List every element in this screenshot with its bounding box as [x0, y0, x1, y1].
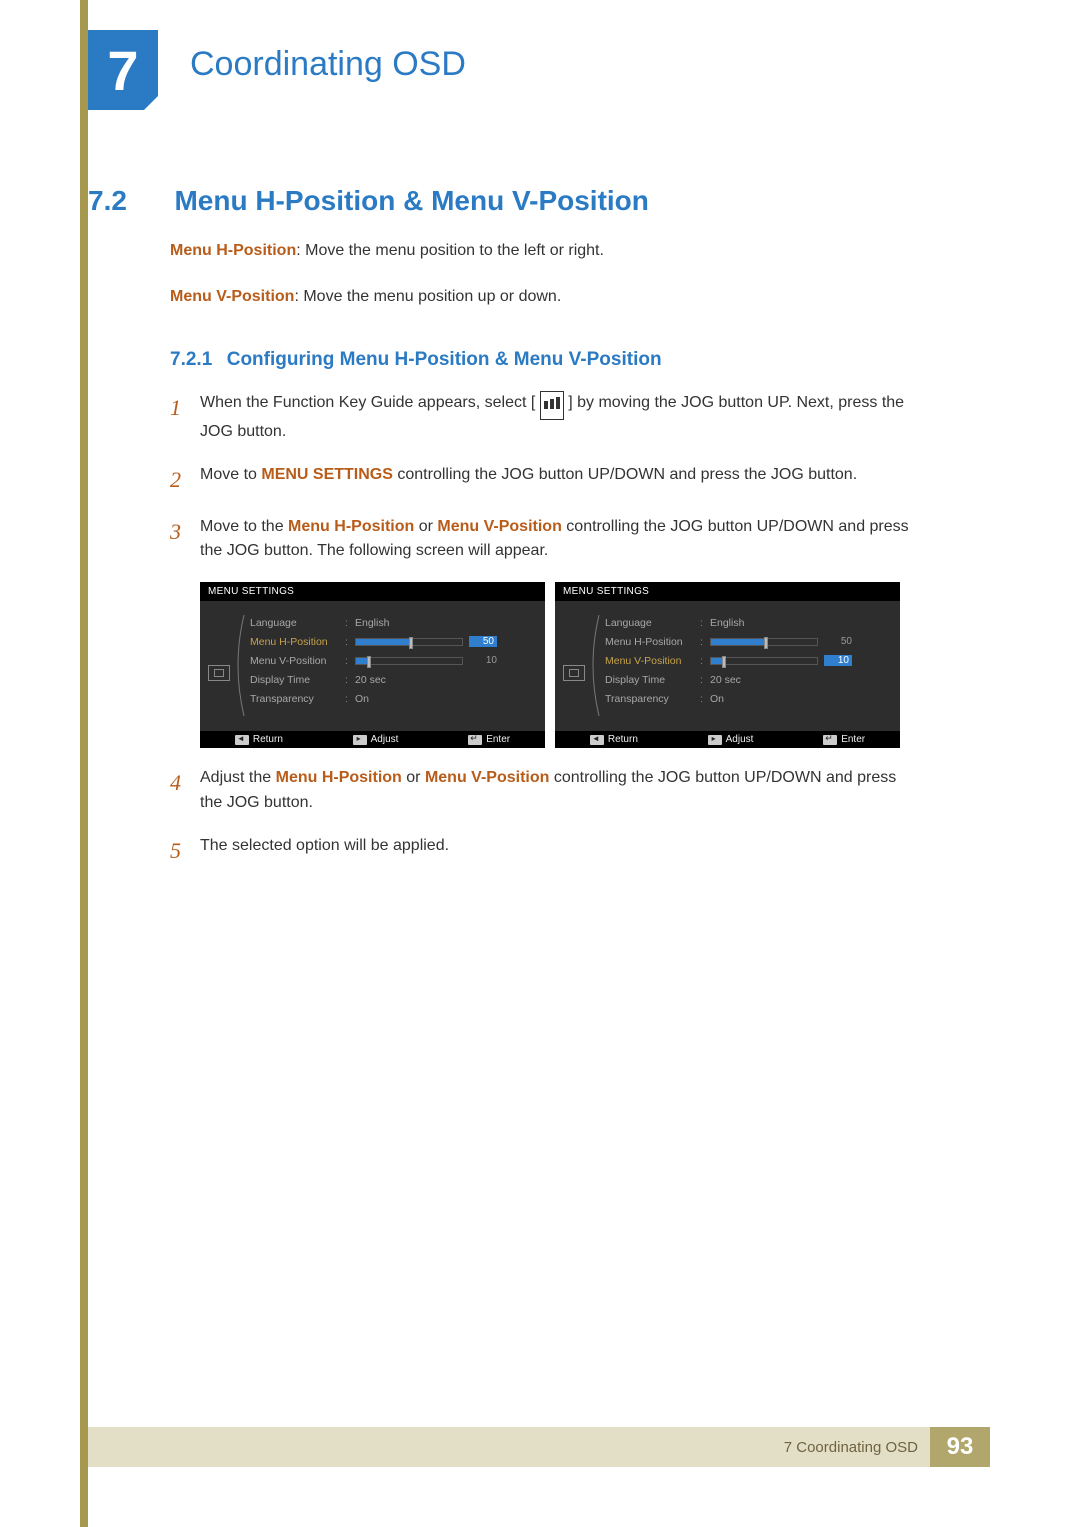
- section-heading: 7.2 Menu H-Position & Menu V-Position: [88, 185, 918, 217]
- hpos-slider: [355, 638, 463, 646]
- step-5-number: 5: [170, 834, 200, 868]
- step-2: 2 Move to MENU SETTINGS controlling the …: [170, 463, 918, 497]
- section-title: Menu H-Position & Menu V-Position: [174, 185, 648, 217]
- adjust-icon: [708, 735, 722, 745]
- vpos-slider: [355, 657, 463, 665]
- adjust-icon: [353, 735, 367, 745]
- step-4: 4 Adjust the Menu H-Position or Menu V-P…: [170, 766, 918, 816]
- page-number: 93: [930, 1427, 990, 1467]
- step-5-body: The selected option will be applied.: [200, 834, 918, 868]
- enter-icon: [468, 735, 482, 745]
- return-icon: [235, 735, 249, 745]
- left-accent-bar: [80, 0, 88, 1527]
- step-1: 1 When the Function Key Guide appears, s…: [170, 391, 918, 445]
- step-1-number: 1: [170, 391, 200, 445]
- step-3: 3 Move to the Menu H-Position or Menu V-…: [170, 515, 918, 565]
- step-3-number: 3: [170, 515, 200, 565]
- osd-panel-hpos: MENU SETTINGS Language:English Menu H-Po…: [200, 582, 545, 748]
- chapter-number-tab: 7: [88, 30, 158, 110]
- panel-arc-decor: [585, 613, 607, 718]
- subsection-heading: 7.2.1 Configuring Menu H-Position & Menu…: [170, 349, 918, 371]
- hpos-text: : Move the menu position to the left or …: [296, 242, 604, 259]
- subsection-number: 7.2.1: [170, 349, 212, 370]
- step-2-body: Move to MENU SETTINGS controlling the JO…: [200, 463, 918, 497]
- enter-icon: [823, 735, 837, 745]
- subsection-title: Configuring Menu H-Position & Menu V-Pos…: [227, 349, 662, 370]
- footer-text: 7 Coordinating OSD: [784, 1439, 930, 1456]
- step-1-body: When the Function Key Guide appears, sel…: [200, 391, 918, 445]
- chapter-number: 7: [107, 38, 138, 103]
- vpos-label: Menu V-Position: [170, 288, 294, 305]
- chapter-title: Coordinating OSD: [190, 45, 466, 84]
- hpos-slider: [710, 638, 818, 646]
- panel-arc-decor: [230, 613, 252, 718]
- step-2-number: 2: [170, 463, 200, 497]
- osd-header: MENU SETTINGS: [200, 582, 545, 601]
- step-5: 5 The selected option will be applied.: [170, 834, 918, 868]
- osd-side-icon: [208, 665, 230, 681]
- section-number: 7.2: [88, 185, 170, 217]
- step-list: 1 When the Function Key Guide appears, s…: [170, 391, 918, 868]
- vpos-text: : Move the menu position up or down.: [294, 288, 561, 305]
- osd-footer: Return Adjust Enter: [200, 731, 545, 748]
- osd-header: MENU SETTINGS: [555, 582, 900, 601]
- paragraph-hpos: Menu H-Position: Move the menu position …: [170, 239, 918, 263]
- return-icon: [590, 735, 604, 745]
- osd-panel-vpos: MENU SETTINGS Language:English Menu H-Po…: [555, 582, 900, 748]
- osd-screenshots: MENU SETTINGS Language:English Menu H-Po…: [200, 582, 918, 748]
- step-3-body: Move to the Menu H-Position or Menu V-Po…: [200, 515, 918, 565]
- paragraph-vpos: Menu V-Position: Move the menu position …: [170, 285, 918, 309]
- osd-side-icon: [563, 665, 585, 681]
- step-4-body: Adjust the Menu H-Position or Menu V-Pos…: [200, 766, 918, 816]
- osd-footer: Return Adjust Enter: [555, 731, 900, 748]
- page-footer: 7 Coordinating OSD 93: [88, 1427, 990, 1467]
- hpos-label: Menu H-Position: [170, 242, 296, 259]
- vpos-slider: [710, 657, 818, 665]
- menu-bars-icon: [540, 391, 564, 420]
- step-4-number: 4: [170, 766, 200, 816]
